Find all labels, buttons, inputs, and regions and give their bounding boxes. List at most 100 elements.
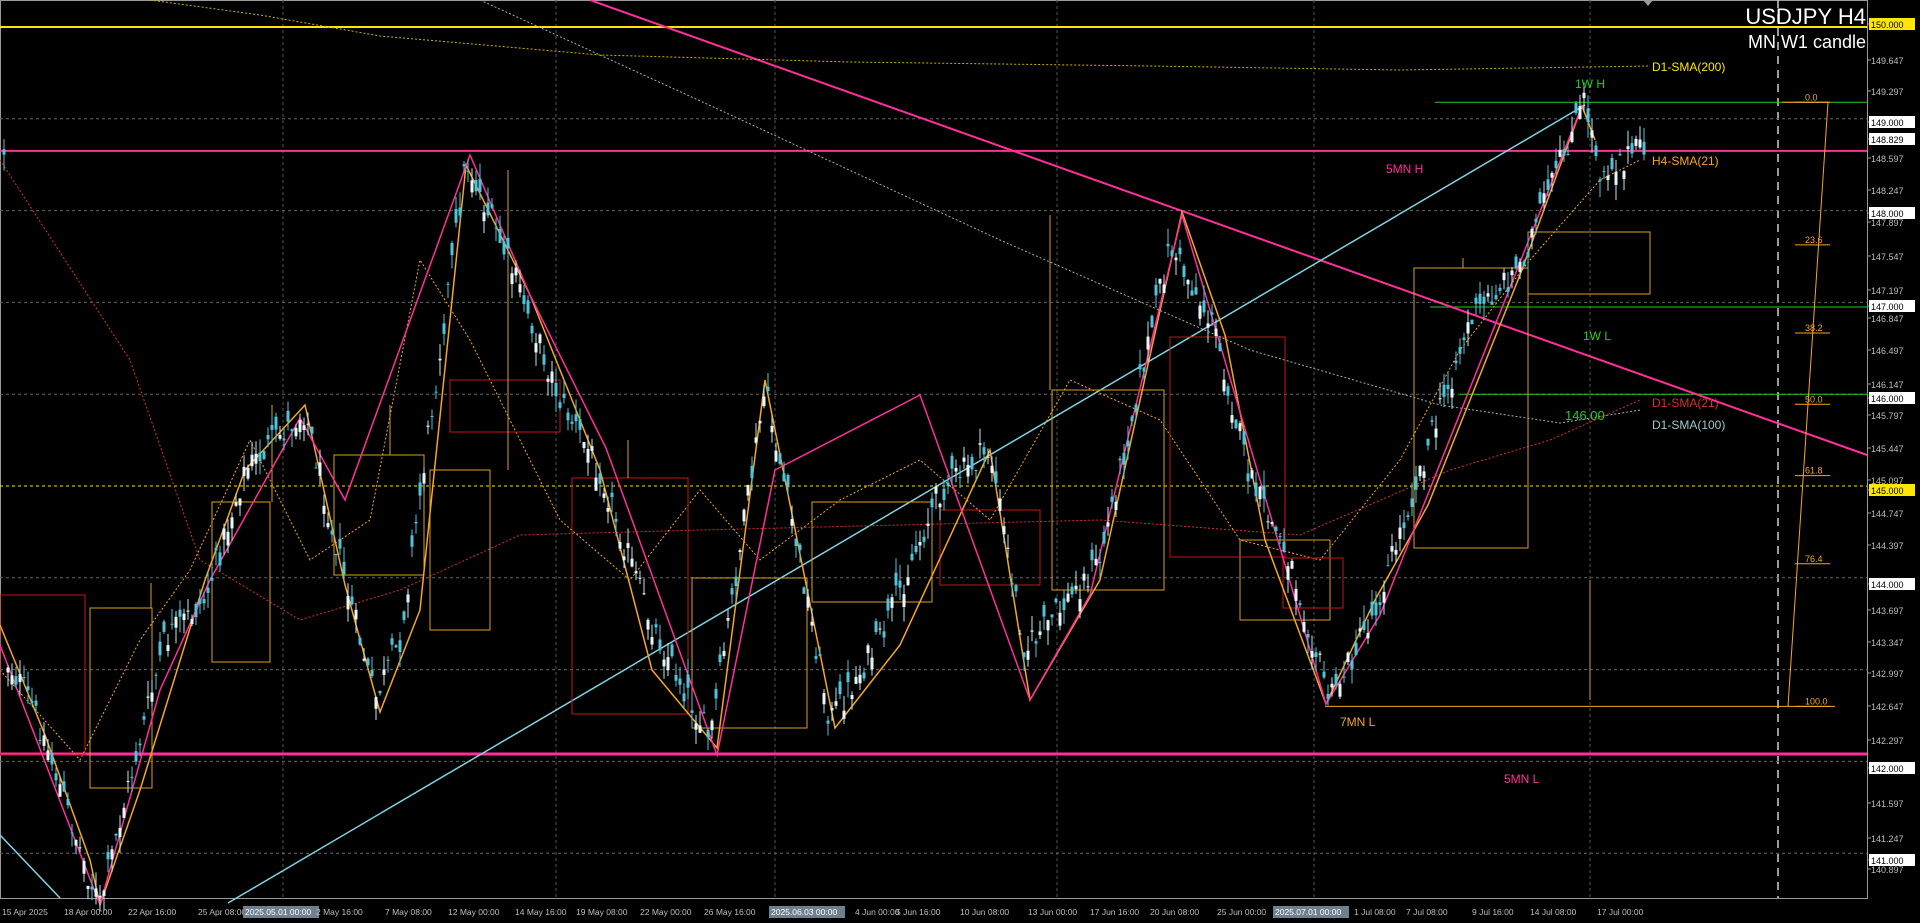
- candle-body: [706, 729, 710, 738]
- candle-body: [394, 645, 398, 648]
- candle-body: [38, 739, 42, 741]
- candle-body: [674, 675, 678, 681]
- price-axis-label: 141.597: [1871, 799, 1904, 809]
- candle-body: [570, 421, 574, 424]
- candle-body: [510, 273, 514, 285]
- candle-body: [1018, 633, 1022, 635]
- candle-body: [1146, 336, 1150, 350]
- candle-body: [1618, 153, 1622, 156]
- candle-body: [198, 600, 202, 604]
- candle-body: [1550, 172, 1554, 178]
- candle-body: [562, 393, 566, 398]
- candle-body: [966, 464, 970, 477]
- time-axis-label: 14 May 16:00: [515, 907, 567, 917]
- time-axis-label: 7 May 08:00: [385, 907, 432, 917]
- chart-window[interactable]: 0.0 23.6 38.2 50.0 61.8 76.4 100.0 1W H 1W L 5MN …: [0, 0, 1920, 923]
- candle-body: [906, 577, 910, 586]
- candle-body: [1342, 676, 1346, 678]
- price-chart[interactable]: 0.0 23.6 38.2 50.0 61.8 76.4 100.0 1W H 1W L 5MN …: [0, 0, 1920, 923]
- candle-body: [282, 438, 286, 441]
- price-axis-label: 146.147: [1871, 380, 1904, 390]
- candle-body: [1290, 560, 1294, 569]
- candle-body: [318, 462, 322, 476]
- sma200-d1-label: D1-SMA(200): [1652, 60, 1725, 74]
- price-badge-label: 142.000: [1871, 764, 1904, 774]
- candle-body: [138, 743, 142, 746]
- candle-body: [434, 391, 438, 393]
- candle-body: [286, 410, 290, 422]
- candle-body: [662, 659, 666, 667]
- candle-body: [1478, 293, 1482, 304]
- candle-body: [1298, 603, 1302, 606]
- candle-body: [50, 753, 54, 765]
- candle-body: [794, 538, 798, 546]
- candle-body: [1366, 632, 1370, 639]
- candle-body: [1078, 599, 1082, 612]
- candle-body: [978, 443, 982, 445]
- candle-body: [134, 751, 138, 762]
- candle-body: [850, 695, 854, 700]
- candle-body: [262, 451, 266, 459]
- candle-body: [1462, 337, 1466, 341]
- price-axis-label: 144.397: [1871, 541, 1904, 551]
- candle-body: [1254, 482, 1258, 497]
- candle-body: [1062, 598, 1066, 611]
- candle-body: [1310, 651, 1314, 658]
- candle-body: [1086, 586, 1090, 588]
- candle-body: [1454, 360, 1458, 364]
- price-badge-label: 150.000: [1871, 20, 1904, 30]
- candle-body: [566, 412, 570, 421]
- candle-body: [354, 609, 358, 620]
- time-axis-label: 20 Jun 08:00: [1150, 907, 1199, 917]
- fibonacci-level-label: 76.4: [1805, 554, 1823, 564]
- candle-body: [1250, 470, 1254, 479]
- candle-body: [78, 847, 82, 849]
- candle-body: [458, 207, 462, 216]
- candle-body: [1578, 105, 1582, 120]
- candle-body: [190, 618, 194, 624]
- candle-body: [882, 631, 886, 638]
- candle-body: [290, 429, 294, 432]
- candle-body: [1638, 139, 1642, 148]
- candle-body: [1118, 458, 1122, 461]
- candle-body: [474, 180, 478, 192]
- time-axis-label: 17 Jul 00:00: [1597, 907, 1644, 917]
- candle-body: [1074, 585, 1078, 590]
- candle-body: [374, 697, 378, 709]
- candle-body: [1258, 486, 1262, 500]
- candle-body: [82, 860, 86, 874]
- candle-body: [62, 781, 66, 792]
- candle-body: [1242, 431, 1246, 445]
- candle-body: [950, 455, 954, 469]
- candle-body: [878, 628, 882, 630]
- chart-shift-marker-icon[interactable]: [1643, 0, 1653, 6]
- candle-body: [826, 720, 830, 724]
- candle-body: [182, 613, 186, 621]
- candle-body: [782, 473, 786, 482]
- time-axis-label: 25 Jun 00:00: [1217, 907, 1266, 917]
- candle-body: [322, 505, 326, 514]
- candle-body: [1246, 473, 1250, 482]
- time-axis-label: 18 Apr 00:00: [64, 907, 112, 917]
- candle-body: [1318, 653, 1322, 655]
- candle-body: [630, 558, 634, 567]
- candle-body: [710, 720, 714, 731]
- candle-body: [762, 396, 766, 407]
- time-axis-label: 12 May 00:00: [448, 907, 500, 917]
- candle-body: [650, 637, 654, 645]
- candle-body: [1510, 270, 1514, 276]
- candle-body: [226, 531, 230, 546]
- candle-body: [1602, 170, 1606, 172]
- price-axis-label: 146.497: [1871, 346, 1904, 356]
- price-badge-label: 144.000: [1871, 580, 1904, 590]
- orange-zigzag: [0, 103, 1596, 908]
- time-badge-label: 2025.06.03 00:00: [771, 907, 837, 917]
- candle-body: [1430, 420, 1434, 422]
- candle-body: [822, 693, 826, 705]
- candle-body: [606, 507, 610, 512]
- price-badge-label: 146.000: [1871, 394, 1904, 404]
- candle-body: [1322, 671, 1326, 678]
- candle-body: [858, 674, 862, 684]
- candle-body: [1622, 171, 1626, 179]
- candle-body: [114, 833, 118, 836]
